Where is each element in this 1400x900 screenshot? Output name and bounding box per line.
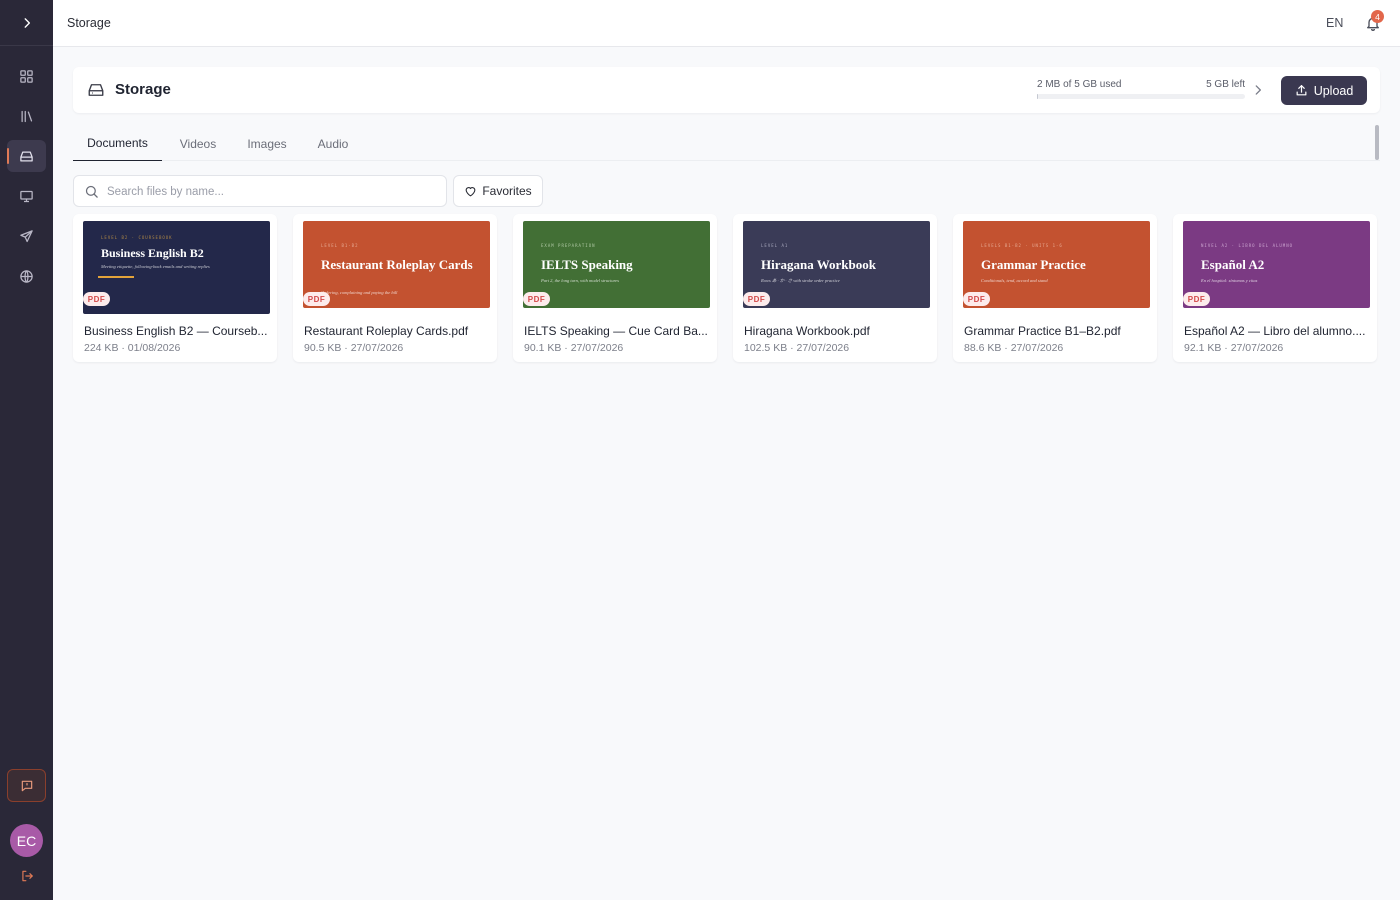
file-meta: 90.1 KB · 27/07/2026 xyxy=(524,342,624,354)
cover-subtitle: Part 2, the long turn, with model struct… xyxy=(541,278,619,283)
cover-subtitle: Ordering, complaining and paying the bil… xyxy=(321,290,398,295)
cover-title: Restaurant Roleplay Cards xyxy=(321,257,473,272)
favorites-label: Favorites xyxy=(482,184,532,198)
cover-kicker: LEVELS B1-B2 · UNITS 1-6 xyxy=(981,243,1063,248)
storage-used-label: 2 MB of 5 GB used xyxy=(1037,79,1122,90)
dashboard-icon xyxy=(20,69,33,83)
storage-title: Storage xyxy=(115,81,171,98)
file-card[interactable]: NIVEL A2 · LIBRO DEL ALUMNO Español A2 E… xyxy=(1173,214,1377,362)
cover-title: Grammar Practice xyxy=(981,257,1086,272)
file-type-badge: PDF xyxy=(1183,292,1210,306)
logout-button[interactable] xyxy=(14,866,39,886)
scrollbar-thumb[interactable] xyxy=(1375,125,1379,160)
storage-details-chevron-icon[interactable] xyxy=(1251,83,1265,97)
file-card[interactable]: EXAM PREPARATION IELTS Speaking Part 2, … xyxy=(513,214,717,362)
sidebar-item-library[interactable] xyxy=(7,100,46,132)
favorites-button[interactable]: Favorites xyxy=(453,175,543,207)
topbar: Storage EN 4 xyxy=(53,0,1400,47)
file-meta: 88.6 KB · 27/07/2026 xyxy=(964,342,1064,354)
file-type-badge: PDF xyxy=(523,292,550,306)
logout-icon xyxy=(21,870,33,882)
globe-icon xyxy=(20,269,33,283)
file-name: Business English B2 — Courseb... xyxy=(84,324,268,338)
upload-button[interactable]: Upload xyxy=(1281,76,1367,105)
send-icon xyxy=(20,229,33,242)
cover-kicker: LEVEL A1 xyxy=(761,243,789,248)
language-switcher[interactable]: EN xyxy=(1326,16,1343,30)
sidebar: EC xyxy=(0,0,53,900)
sidebar-item-dashboard[interactable] xyxy=(7,60,46,92)
tab-images[interactable]: Images xyxy=(241,126,293,161)
tab-videos[interactable]: Videos xyxy=(173,126,223,161)
tab-audio[interactable]: Audio xyxy=(311,126,355,161)
search-box xyxy=(73,175,447,207)
storage-icon xyxy=(20,151,33,161)
cover-subtitle: Rows あ · か · さ with stroke order practic… xyxy=(761,278,840,283)
cover-kicker: NIVEL A2 · LIBRO DEL ALUMNO xyxy=(1201,243,1294,248)
heart-icon xyxy=(465,186,476,196)
file-card[interactable]: LEVELS B1-B2 · UNITS 1-6 Grammar Practic… xyxy=(953,214,1157,362)
file-name: Español A2 — Libro del alumno.... xyxy=(1184,324,1366,338)
library-icon xyxy=(21,110,33,122)
cover-subtitle: En el hospital: síntomas y citas xyxy=(1201,278,1258,283)
sidebar-item-storage[interactable] xyxy=(7,140,46,172)
search-input[interactable] xyxy=(107,182,437,201)
sidebar-item-send[interactable] xyxy=(7,220,46,252)
file-type-badge: PDF xyxy=(83,292,110,306)
cover-kicker: EXAM PREPARATION xyxy=(541,243,596,248)
file-meta: 90.5 KB · 27/07/2026 xyxy=(304,342,404,354)
file-meta: 102.5 KB · 27/07/2026 xyxy=(744,342,850,354)
cover-kicker: LEVEL B2 · COURSEBOOK xyxy=(101,235,173,240)
file-name: IELTS Speaking — Cue Card Ba... xyxy=(524,324,708,338)
file-thumbnail: LEVEL A1 Hiragana Workbook Rows あ · か · … xyxy=(743,221,930,308)
file-name: Grammar Practice B1–B2.pdf xyxy=(964,324,1121,338)
file-thumbnail: EXAM PREPARATION IELTS Speaking Part 2, … xyxy=(523,221,710,308)
notification-badge: 4 xyxy=(1371,10,1384,23)
presentation-icon xyxy=(20,190,33,202)
file-thumbnail: LEVELS B1-B2 · UNITS 1-6 Grammar Practic… xyxy=(963,221,1150,308)
file-thumbnail: NIVEL A2 · LIBRO DEL ALUMNO Español A2 E… xyxy=(1183,221,1370,308)
storage-icon xyxy=(88,84,104,96)
sidebar-toggle-button[interactable] xyxy=(0,0,53,46)
file-card[interactable]: LEVEL A1 Hiragana Workbook Rows あ · か · … xyxy=(733,214,937,362)
file-thumbnail: LEVEL B1-B2 Restaurant Roleplay Cards Or… xyxy=(303,221,490,308)
cover-title: Business English B2 xyxy=(101,246,204,260)
page-title: Storage xyxy=(67,16,111,30)
tab-documents[interactable]: Documents xyxy=(73,126,162,161)
sidebar-item-presentations[interactable] xyxy=(7,180,46,212)
feedback-button[interactable] xyxy=(7,769,46,802)
cover-kicker: LEVEL B1-B2 xyxy=(321,243,359,248)
storage-usage-bar xyxy=(1037,94,1245,99)
avatar[interactable]: EC xyxy=(10,824,43,857)
upload-icon xyxy=(1296,85,1307,96)
file-meta: 224 KB · 01/08/2026 xyxy=(84,342,181,354)
search-icon xyxy=(85,185,98,198)
file-name: Hiragana Workbook.pdf xyxy=(744,324,870,338)
file-thumbnail: LEVEL B2 · COURSEBOOK Business English B… xyxy=(83,221,270,314)
sidebar-item-globe[interactable] xyxy=(7,260,46,292)
file-type-badge: PDF xyxy=(963,292,990,306)
cover-title: Español A2 xyxy=(1201,257,1265,272)
file-type-badge: PDF xyxy=(743,292,770,306)
file-meta: 92.1 KB · 27/07/2026 xyxy=(1184,342,1284,354)
storage-header: Storage 2 MB of 5 GB used 5 GB left Uplo… xyxy=(73,67,1380,113)
cover-title: IELTS Speaking xyxy=(541,257,633,272)
cover-title: Hiragana Workbook xyxy=(761,257,876,272)
file-card[interactable]: LEVEL B1-B2 Restaurant Roleplay Cards Or… xyxy=(293,214,497,362)
upload-button-label: Upload xyxy=(1313,83,1354,98)
sidebar-active-indicator xyxy=(7,148,9,164)
chevron-right-icon xyxy=(24,17,30,28)
cover-subtitle: Conditionals, tend, accord and stand xyxy=(981,278,1048,283)
cover-subtitle: Meeting etiquette, following-back emails… xyxy=(101,264,210,269)
file-type-badge: PDF xyxy=(303,292,330,306)
message-icon xyxy=(21,780,32,791)
file-card[interactable]: LEVEL B2 · COURSEBOOK Business English B… xyxy=(73,214,277,362)
cover-rule xyxy=(98,276,134,278)
file-name: Restaurant Roleplay Cards.pdf xyxy=(304,324,469,338)
storage-left-label: 5 GB left xyxy=(1206,79,1245,90)
